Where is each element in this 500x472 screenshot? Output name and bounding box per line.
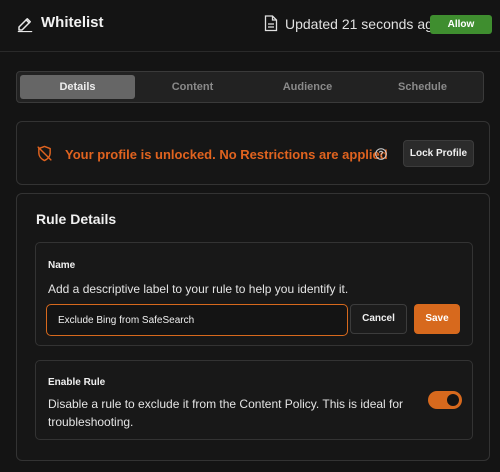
name-label: Name: [48, 260, 76, 271]
name-description: Add a descriptive label to your rule to …: [48, 282, 349, 296]
lock-profile-button[interactable]: Lock Profile: [403, 140, 474, 167]
enable-rule-label: Enable Rule: [48, 377, 106, 388]
tab-bar: Details Content Audience Schedule: [16, 71, 484, 103]
enable-rule-toggle[interactable]: [428, 391, 462, 409]
enable-rule-section: Enable Rule Disable a rule to exclude it…: [35, 360, 473, 440]
rule-details-title: Rule Details: [36, 211, 117, 227]
tab-details[interactable]: Details: [20, 75, 135, 99]
status-badge: Allow: [430, 15, 492, 34]
help-icon[interactable]: [375, 148, 387, 160]
enable-rule-description: Disable a rule to exclude it from the Co…: [48, 397, 404, 429]
tab-schedule[interactable]: Schedule: [365, 75, 480, 99]
toggle-knob: [447, 394, 459, 406]
tab-audience[interactable]: Audience: [250, 75, 365, 99]
shield-off-icon: [37, 145, 52, 162]
updated-timestamp: Updated 21 seconds ago: [285, 16, 441, 32]
document-icon: [264, 15, 278, 32]
page-header: Whitelist Updated 21 seconds ago Allow: [0, 0, 500, 52]
pencil-icon[interactable]: [16, 15, 34, 33]
name-section: Name Add a descriptive label to your rul…: [35, 242, 473, 346]
rule-details-card: Rule Details Name Add a descriptive labe…: [16, 193, 490, 461]
unlock-alert: Your profile is unlocked. No Restriction…: [16, 121, 490, 185]
cancel-button[interactable]: Cancel: [350, 304, 407, 334]
rule-name-input[interactable]: [46, 304, 348, 336]
tab-content[interactable]: Content: [135, 75, 250, 99]
save-button[interactable]: Save: [414, 304, 460, 334]
page-title: Whitelist: [41, 14, 104, 31]
alert-message: Your profile is unlocked. No Restriction…: [65, 147, 388, 162]
